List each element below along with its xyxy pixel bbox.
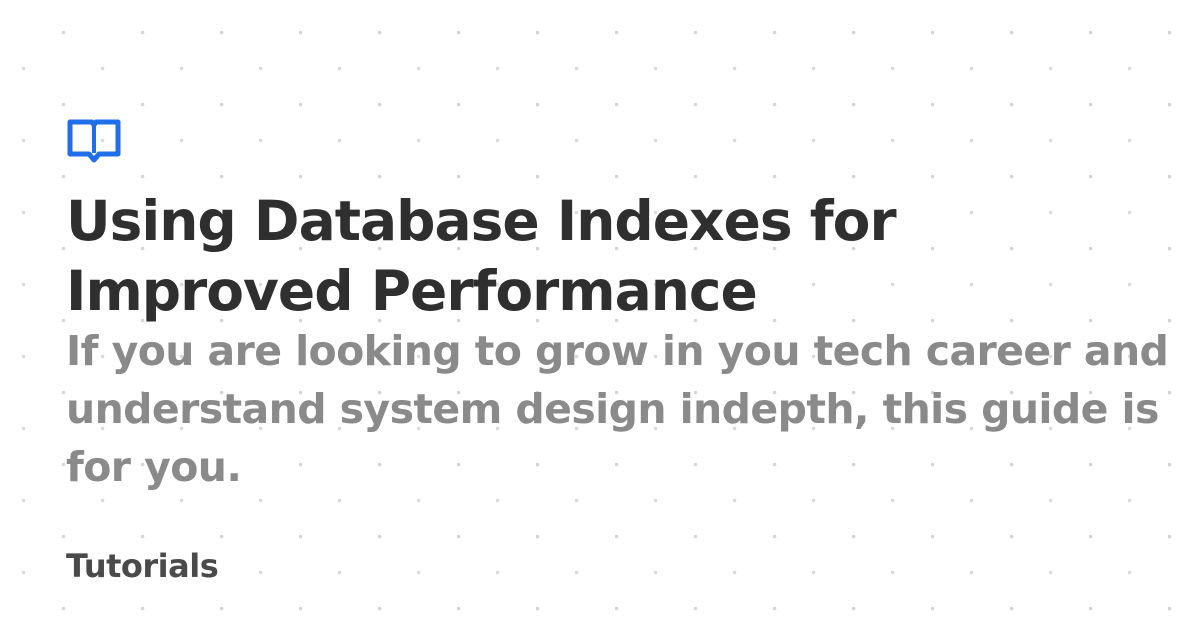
article-category-label: Tutorials <box>66 547 219 585</box>
article-preview-card: Using Database Indexes for Improved Perf… <box>66 118 1186 586</box>
article-description: If you are looking to grow in you tech c… <box>66 327 1169 491</box>
article-title: Using Database Indexes for Improved Perf… <box>66 189 897 323</box>
open-book-icon <box>67 119 121 163</box>
